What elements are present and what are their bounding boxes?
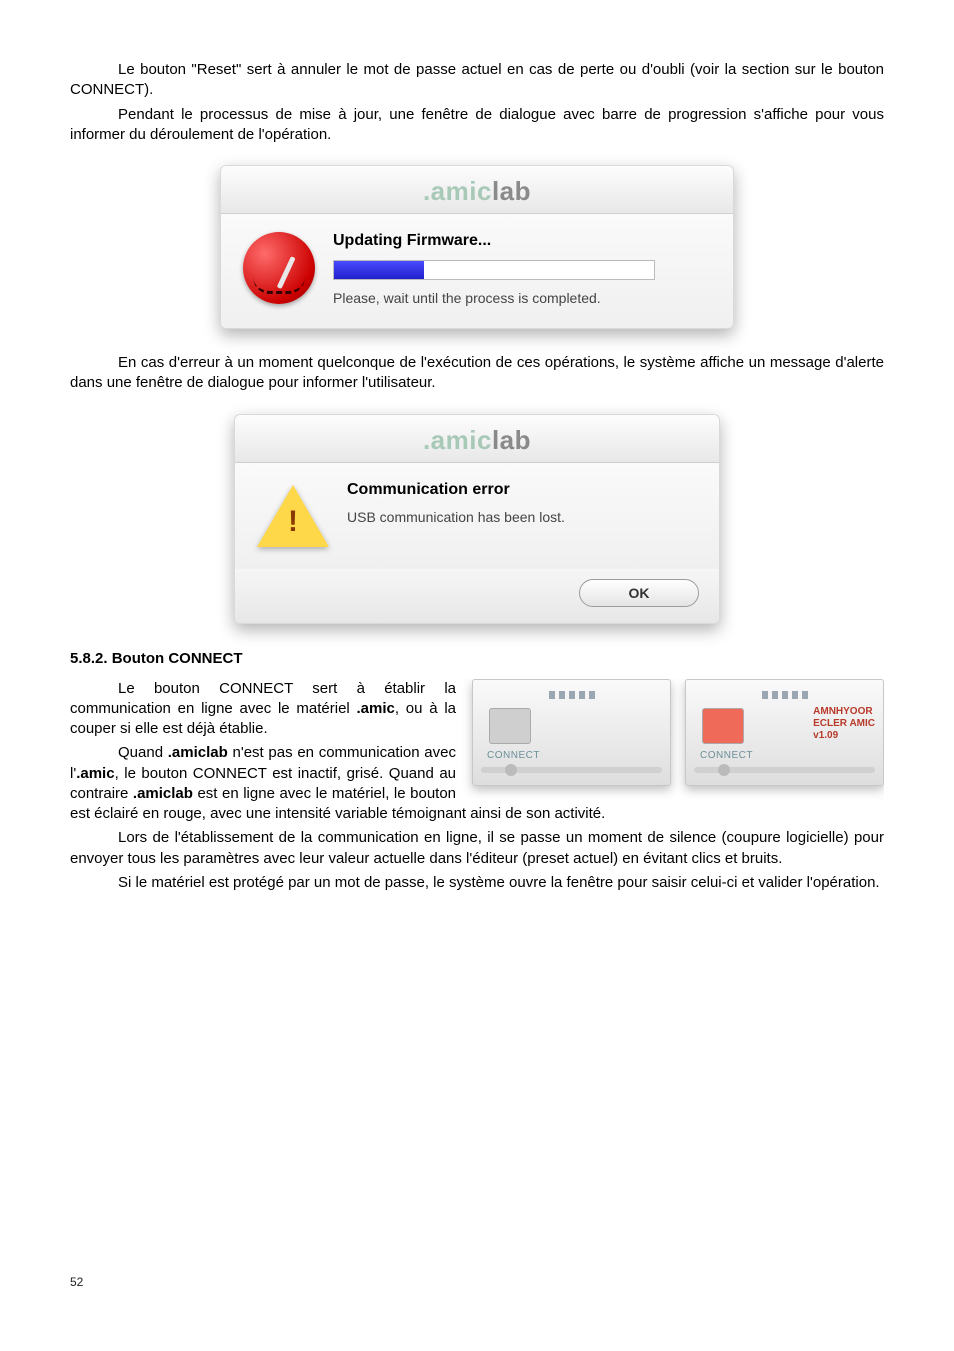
connect-paragraph-3: Lors de l'établissement de la communicat… [70, 828, 884, 869]
error-dialog-message: USB communication has been lost. [347, 509, 697, 525]
card-slider[interactable] [481, 767, 662, 773]
connect-label: CONNECT [487, 750, 662, 761]
error-dialog-title: Communication error [347, 481, 697, 499]
connect-button-inactive[interactable] [489, 708, 531, 744]
progress-fill [334, 261, 424, 279]
error-dialog: .amiclab Communication error USB communi… [234, 414, 720, 624]
text-span: .amic [357, 700, 395, 717]
connect-paragraph-4: Si le matériel est protégé par un mot de… [70, 873, 884, 893]
brand-logo: .amiclab [423, 176, 531, 206]
device-version: v1.09 [813, 730, 875, 742]
firmware-dialog-message: Please, wait until the process is comple… [333, 290, 711, 306]
brand-amic: .amic [423, 425, 492, 455]
card-ornament [481, 688, 662, 702]
brand-amic: .amic [423, 176, 492, 206]
connect-card-inactive: CONNECT [472, 679, 671, 786]
warning-icon [257, 485, 329, 547]
card-slider[interactable] [694, 767, 875, 773]
dialog-header: .amiclab [235, 415, 719, 463]
text-span: .amiclab [168, 744, 228, 761]
connect-card-active: CONNECT AMNHYOOR ECLER AMIC v1.09 [685, 679, 884, 786]
device-name: AMNHYOOR [813, 706, 875, 718]
connect-button-active[interactable] [702, 708, 744, 744]
device-info: AMNHYOOR ECLER AMIC v1.09 [813, 706, 875, 742]
intro-paragraph-2: Pendant le processus de mise à jour, une… [70, 105, 884, 146]
gauge-icon [243, 232, 315, 304]
card-ornament [694, 688, 875, 702]
ok-button[interactable]: OK [579, 579, 699, 607]
text-span: .amiclab [133, 785, 193, 802]
brand-lab: lab [492, 176, 531, 206]
brand-lab: lab [492, 425, 531, 455]
firmware-dialog: .amiclab Updating Firmware... Please, wa… [220, 165, 734, 329]
device-model: ECLER AMIC [813, 718, 875, 730]
section-heading-connect: 5.8.2. Bouton CONNECT [70, 650, 884, 667]
dialog-header: .amiclab [221, 166, 733, 214]
brand-logo: .amiclab [423, 425, 531, 455]
firmware-dialog-title: Updating Firmware... [333, 232, 711, 250]
text-span: Quand [118, 744, 168, 761]
error-intro-paragraph: En cas d'erreur à un moment quelconque d… [70, 353, 884, 394]
connect-label: CONNECT [700, 750, 875, 761]
intro-paragraph-1: Le bouton "Reset" sert à annuler le mot … [70, 60, 884, 101]
page-number: 52 [70, 1275, 83, 1289]
text-span: .amic [76, 765, 114, 782]
connect-screenshots: CONNECT CONNECT AMNHYOOR ECLER AMIC v1.0… [472, 679, 884, 786]
progress-bar [333, 260, 655, 280]
